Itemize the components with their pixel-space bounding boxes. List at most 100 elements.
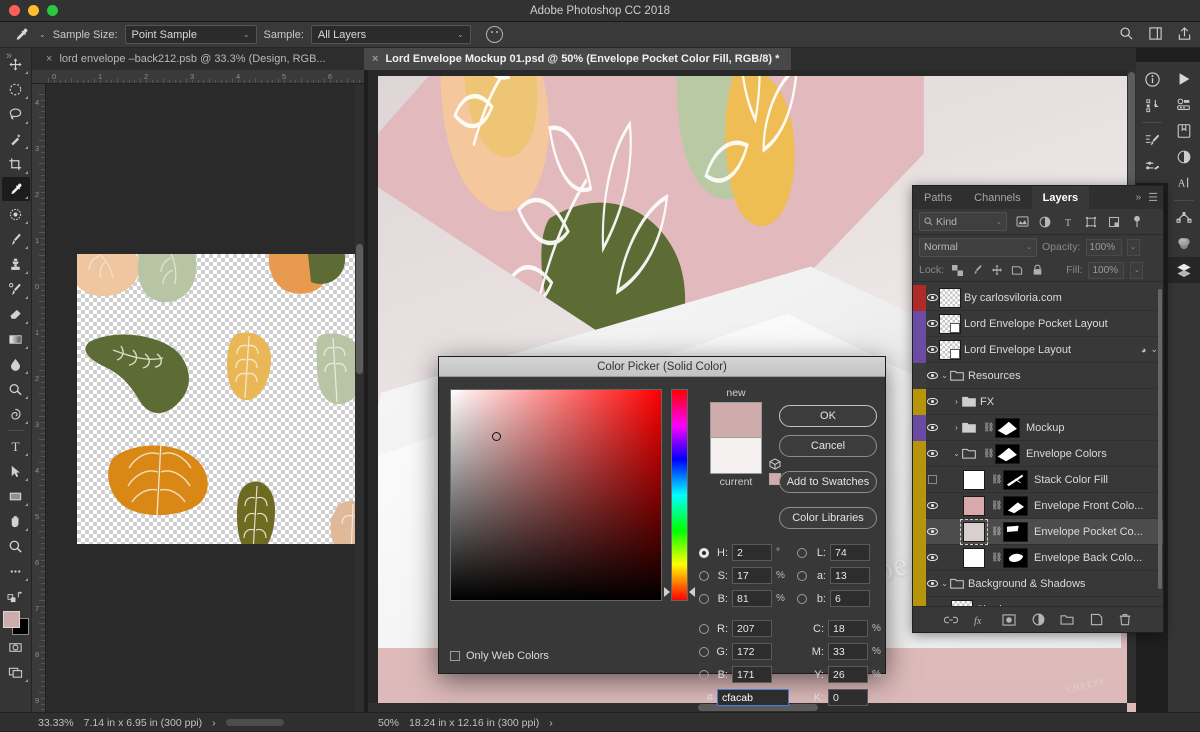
- tool-hand[interactable]: [2, 509, 30, 533]
- field-hex[interactable]: # cfacab: [698, 689, 789, 706]
- blend-mode-select[interactable]: Normal ⌄: [919, 237, 1037, 257]
- field-brightness[interactable]: B: 81 %: [699, 590, 786, 607]
- info-icon[interactable]: [1136, 66, 1168, 92]
- layer-name[interactable]: Envelope Back Colo...: [1034, 552, 1142, 564]
- artboard-left[interactable]: [77, 254, 364, 544]
- horizontal-ruler[interactable]: 01234567: [32, 70, 364, 84]
- layer-color-label[interactable]: [913, 492, 926, 519]
- layers-icon[interactable]: [1168, 257, 1200, 283]
- layer-row[interactable]: ⛓ Envelope Front Colo...: [913, 492, 1163, 519]
- layer-visibility-toggle[interactable]: [926, 519, 939, 545]
- filter-shape-icon[interactable]: [1083, 214, 1099, 230]
- layer-mask-thumbnail[interactable]: [1003, 469, 1028, 490]
- lock-transparency-icon[interactable]: [950, 263, 964, 277]
- layer-visibility-toggle[interactable]: [926, 415, 939, 441]
- yellow-input[interactable]: 26: [828, 666, 868, 683]
- lab-b-input[interactable]: 6: [830, 590, 870, 607]
- radio-lab-b[interactable]: [797, 593, 807, 604]
- tool-gradient[interactable]: [2, 327, 30, 351]
- tool-brush[interactable]: [2, 227, 30, 251]
- layer-color-label[interactable]: [913, 362, 926, 389]
- layer-name[interactable]: Lord Envelope Pocket Layout: [964, 318, 1108, 330]
- adjustment-layer-icon[interactable]: [1031, 612, 1046, 627]
- layer-name[interactable]: Lord Envelope Layout: [964, 344, 1071, 356]
- eyedropper-icon[interactable]: [10, 25, 32, 45]
- layer-thumbnail[interactable]: [963, 469, 985, 490]
- layer-visibility-toggle[interactable]: [926, 441, 939, 467]
- radio-blue[interactable]: [699, 669, 709, 680]
- radio-hue[interactable]: [699, 547, 709, 558]
- field-lab-b[interactable]: b: 6: [797, 590, 870, 607]
- tab-channels[interactable]: Channels: [963, 186, 1031, 209]
- layer-visibility-toggle[interactable]: [926, 597, 939, 607]
- layer-name[interactable]: Mockup: [1026, 422, 1065, 434]
- tool-clone-stamp[interactable]: [2, 252, 30, 276]
- new-layer-icon[interactable]: [1089, 612, 1104, 627]
- tool-path-selection[interactable]: [2, 459, 30, 483]
- lock-all-icon[interactable]: [1030, 263, 1044, 277]
- paths-icon[interactable]: [1168, 205, 1200, 231]
- hue-slider[interactable]: [671, 389, 688, 601]
- layer-color-label[interactable]: [913, 440, 926, 467]
- link-icon[interactable]: ⛓: [991, 526, 1002, 537]
- layer-list[interactable]: By carlosviloria.com Lord Envelope Pocket…: [913, 285, 1163, 606]
- tool-lasso[interactable]: [2, 102, 30, 126]
- field-yellow[interactable]: Y: 26 %: [809, 666, 882, 683]
- link-icon[interactable]: ⛓: [991, 500, 1002, 511]
- layer-row[interactable]: ⌄ ⛓ Envelope Colors: [913, 440, 1163, 467]
- layer-visibility-toggle[interactable]: [926, 545, 939, 571]
- layer-row[interactable]: ⛓ Envelope Back Colo...: [913, 544, 1163, 571]
- maximize-button[interactable]: [47, 5, 58, 16]
- layer-color-label[interactable]: [913, 336, 926, 363]
- out-of-gamut-warning-icon[interactable]: [769, 458, 781, 470]
- fill-value[interactable]: 100%: [1088, 261, 1125, 279]
- layer-row[interactable]: ⌄ Background & Shadows: [913, 570, 1163, 597]
- field-saturation[interactable]: S: 17 %: [699, 567, 786, 584]
- layer-visibility-toggle[interactable]: [926, 467, 939, 493]
- layer-thumbnail[interactable]: [939, 313, 961, 334]
- field-lab-a[interactable]: a: 13: [797, 567, 870, 584]
- tab-paths[interactable]: Paths: [913, 186, 963, 209]
- lock-position-icon[interactable]: [990, 263, 1004, 277]
- add-to-swatches-button[interactable]: Add to Swatches: [779, 471, 877, 493]
- layers-scrollbar[interactable]: [1157, 285, 1163, 606]
- radio-green[interactable]: [699, 646, 709, 657]
- layer-thumbnail[interactable]: [939, 339, 961, 360]
- current-color-swatch[interactable]: [710, 438, 762, 474]
- layer-name[interactable]: Resources: [968, 370, 1021, 382]
- layer-name[interactable]: Envelope Pocket Co...: [1034, 526, 1143, 538]
- layer-color-label[interactable]: [913, 388, 926, 415]
- layer-name[interactable]: By carlosviloria.com: [964, 292, 1062, 304]
- field-red[interactable]: R: 207: [699, 620, 772, 637]
- group-disclosure-triangle-icon[interactable]: ⌄: [939, 371, 950, 380]
- magenta-input[interactable]: 33: [828, 643, 868, 660]
- screen-mode-icon[interactable]: [2, 660, 30, 684]
- layer-row[interactable]: ⛓ Envelope Pocket Co...: [913, 518, 1163, 545]
- hue-slider-arrow-right-icon[interactable]: [689, 587, 695, 597]
- layer-mask-thumbnail[interactable]: [995, 443, 1020, 464]
- tool-history-brush[interactable]: [2, 277, 30, 301]
- histogram-icon[interactable]: [1136, 92, 1168, 118]
- layer-thumbnail[interactable]: [939, 287, 961, 308]
- saturation-input[interactable]: 17: [732, 567, 772, 584]
- radio-lab-a[interactable]: [797, 570, 807, 581]
- quick-mask-icon[interactable]: [2, 635, 30, 659]
- layer-row[interactable]: By carlosviloria.com: [913, 285, 1163, 311]
- layer-row[interactable]: ⛓ Stack Color Fill: [913, 466, 1163, 493]
- saturation-value-field[interactable]: [450, 389, 662, 601]
- delete-layer-icon[interactable]: [1118, 612, 1133, 627]
- vertical-ruler[interactable]: 4321012345678910: [32, 84, 46, 712]
- field-blue[interactable]: B: 171: [699, 666, 772, 683]
- panel-menu-icon[interactable]: ☰: [1148, 191, 1158, 204]
- field-green[interactable]: G: 172: [699, 643, 772, 660]
- foreground-color-swatch[interactable]: [2, 611, 20, 628]
- status-chevron-left-icon[interactable]: ›: [212, 717, 216, 729]
- tool-spot-healing[interactable]: [2, 202, 30, 226]
- new-group-icon[interactable]: [1060, 612, 1075, 627]
- brush-presets-icon[interactable]: [1136, 153, 1168, 179]
- hue-input[interactable]: 2: [732, 544, 772, 561]
- opacity-stepper[interactable]: ⌄: [1126, 238, 1140, 256]
- color-icon[interactable]: [1168, 231, 1200, 257]
- layer-mask-thumbnail[interactable]: [1003, 547, 1028, 568]
- status-scroll-thumb-left[interactable]: [225, 719, 284, 726]
